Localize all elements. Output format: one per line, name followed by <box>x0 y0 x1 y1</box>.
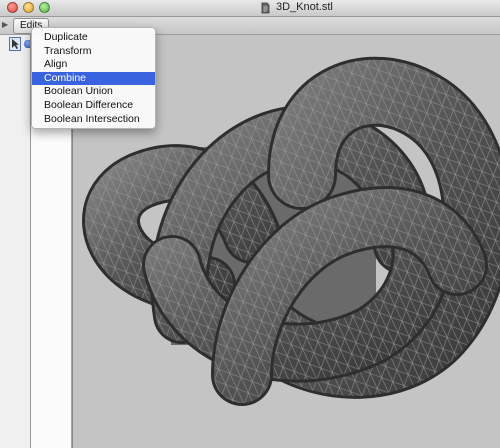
menu-item-boolean-intersection[interactable]: Boolean Intersection <box>32 113 155 127</box>
sphere-tool-icon[interactable] <box>24 40 30 48</box>
toolbar-chevron-icon[interactable]: ▶ <box>2 20 8 29</box>
title-bar: 3D_Knot.stl <box>0 0 500 17</box>
tool-palette <box>0 35 31 448</box>
menu-item-duplicate[interactable]: Duplicate <box>32 31 155 45</box>
window-title: 3D_Knot.stl <box>276 1 333 13</box>
cursor-tool-icon[interactable] <box>9 37 21 51</box>
window-minimize-icon[interactable] <box>23 2 34 13</box>
menu-item-align[interactable]: Align <box>32 58 155 72</box>
stl-document-icon <box>261 2 270 14</box>
window-close-icon[interactable] <box>7 2 18 13</box>
menu-item-transform[interactable]: Transform <box>32 45 155 59</box>
menu-item-boolean-difference[interactable]: Boolean Difference <box>32 99 155 113</box>
window-maximize-icon[interactable] <box>39 2 50 13</box>
menu-item-combine[interactable]: Combine <box>32 71 155 86</box>
edits-dropdown-menu: Duplicate Transform Align Combine Boolea… <box>31 27 156 129</box>
menu-item-boolean-union[interactable]: Boolean Union <box>32 85 155 99</box>
